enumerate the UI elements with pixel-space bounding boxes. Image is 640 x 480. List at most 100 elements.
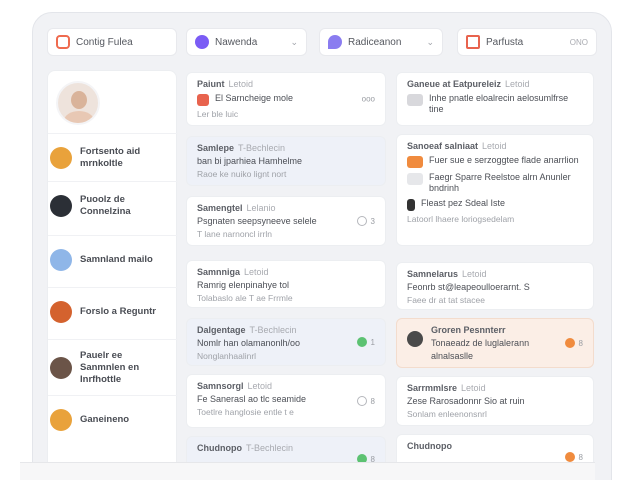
toolbar-dropdown-1-label: Nawenda	[215, 36, 258, 48]
toolbar-dropdown-2-label: Radiceanon	[348, 36, 402, 48]
contact-name: Puoolz de Connelzina	[80, 193, 131, 217]
card-line: Tonaeadz de luglalerann	[431, 338, 530, 348]
card-time: T-Bechlecin	[238, 143, 286, 153]
card-line: Psgnaten seepsyneeve selele	[197, 216, 317, 226]
card-title: Chudnopo	[407, 441, 452, 451]
card-title: Chudnopo T-Bechlecin	[197, 443, 294, 453]
message-card-highlighted[interactable]: Groren Pesnnterr Tonaeadz de luglalerann…	[396, 318, 594, 368]
card-line: Fleast pez Sdeal Iste	[421, 198, 506, 208]
card-line: Fe Sanerasl ao tlc seamide	[197, 394, 307, 404]
message-card[interactable]: Samnsorgl Letoid Fe Sanerasl ao tlc seami…	[186, 374, 386, 428]
message-card[interactable]: Samlepe T-Bechlecin ban bi jparhiea Hamhe…	[186, 136, 386, 186]
user-icon	[407, 199, 415, 211]
card-subline: Sonlam enleenonsnrl	[407, 409, 487, 419]
message-card[interactable]: Ganeue at Eatpureleiz Letoid Inhe pnatle …	[396, 72, 594, 126]
card-meta: 1	[356, 337, 375, 347]
toolbar: Contig Fulea Nawenda ⌄ Radiceanon ⌄ Parf…	[47, 28, 597, 56]
card-title: Sanoeaf salniaat Letoid	[407, 141, 507, 151]
card-subline: T lane narnoncl irrln	[197, 229, 272, 239]
card-line: Faegr Sparre Reelstoe alrn Anunler bndri…	[429, 172, 571, 193]
message-card[interactable]: Samnelarus Letoid Feonrb st@leapeoulloera…	[396, 262, 594, 310]
contact-name: Ganeineno	[80, 413, 130, 425]
card-time: Letoid	[228, 79, 254, 89]
card-line: ban bi jparhiea Hamhelme	[197, 156, 303, 166]
message-card[interactable]: Samengtel Lelanio Psgnaten seepsyneeve se…	[186, 196, 386, 246]
card-title: Dalgentage T-Bechlecin	[197, 325, 297, 335]
card-time: Lelanio	[246, 203, 276, 213]
status-dot-icon	[195, 35, 209, 49]
attachment-icon	[407, 94, 423, 106]
toolbar-doc-suffix: ONO	[569, 37, 588, 47]
card-line: Zese Rarosadonnr Sio at ruin	[407, 396, 525, 406]
contact-name: Samnland mailo	[80, 253, 153, 265]
card-subline: Latoorl lhaere loriogsedelam	[407, 214, 515, 224]
card-title: Sarrmmlsre Letoid	[407, 383, 486, 393]
contact-name: Pauelr ee Sanmnlen en Inrfhottle	[80, 349, 140, 385]
message-card[interactable]: Sarrmmlsre Letoid Zese Rarosadonnr Sio at…	[396, 376, 594, 426]
card-line: Fuer sue e serzoggtee flade anarrlion	[429, 155, 579, 165]
card-subline: Toetlre hanglosie entle t e	[197, 407, 294, 417]
avatar	[407, 331, 423, 347]
card-title: Paiunt Letoid	[197, 79, 254, 89]
document-icon	[466, 35, 480, 49]
card-line: Inhe pnatle eloalrecin aelosumlfrse tine	[429, 93, 569, 114]
card-line: Nomlr han olamanonlh/oo	[197, 338, 301, 348]
card-subline: alnalsaslle	[431, 351, 474, 361]
card-meta: 3	[356, 216, 375, 226]
card-time: Letoid	[482, 141, 507, 151]
notification-icon	[564, 452, 575, 462]
card-time: Letoid	[461, 383, 486, 393]
card-title: Groren Pesnnterr	[431, 325, 506, 335]
chat-icon	[356, 337, 367, 347]
toolbar-doc-label: Parfusta	[486, 36, 524, 48]
toolbar-doc-button[interactable]: Parfusta ONO	[457, 28, 597, 56]
avatar	[50, 300, 72, 323]
card-time: T-Bechlecin	[245, 443, 294, 453]
card-meta: 8	[564, 338, 583, 348]
contact-name: Forslo a Reguntr	[80, 305, 157, 317]
toolbar-filter-1[interactable]: Contig Fulea	[47, 28, 177, 56]
notification-icon	[564, 338, 575, 348]
toolbar-dropdown-2[interactable]: Radiceanon ⌄	[319, 28, 443, 56]
message-card[interactable]: Sanoeaf salniaat Letoid Fuer sue e serzog…	[396, 134, 594, 246]
contact-item[interactable]: Samnland mailo	[48, 235, 178, 283]
refresh-icon	[356, 216, 367, 226]
card-time: Letoid	[247, 381, 273, 391]
chevron-down-icon: ⌄	[426, 36, 434, 47]
avatar	[50, 146, 72, 169]
avatar[interactable]	[56, 81, 100, 125]
card-title: Ganeue at Eatpureleiz Letoid	[407, 79, 530, 89]
avatar	[50, 194, 72, 217]
card-subline: Raoe ke nuiko lignt nort	[197, 169, 287, 179]
contacts-sidebar: Fortsento aid mrnkoltle Puoolz de Connel…	[47, 70, 178, 470]
card-meta: 8	[564, 452, 583, 462]
card-subline: Faee dr at tat stacee	[407, 295, 485, 305]
contact-name: Fortsento aid mrnkoltle	[80, 145, 141, 169]
file-icon	[407, 173, 423, 185]
avatar	[50, 248, 72, 271]
contact-item[interactable]: Forslo a Reguntr	[48, 287, 178, 335]
calendar-icon	[56, 35, 70, 49]
card-subline: Ler ble luic	[197, 109, 239, 119]
contact-item[interactable]: Ganeineno	[48, 395, 178, 443]
chevron-down-icon: ⌄	[290, 36, 298, 47]
contact-item[interactable]: Pauelr ee Sanmnlen en Inrfhottle	[48, 339, 178, 395]
card-title: Samnsorgl Letoid	[197, 381, 273, 391]
message-card[interactable]: Samnniga Letoid Ramrig elenpinahye tol To…	[186, 260, 386, 308]
card-title: Samengtel Lelanio	[197, 203, 276, 213]
contact-item[interactable]: Fortsento aid mrnkoltle	[48, 133, 178, 181]
toolbar-filter-1-label: Contig Fulea	[76, 36, 133, 48]
pin-icon	[328, 35, 342, 49]
card-time: Letoid	[505, 79, 530, 89]
toolbar-dropdown-1[interactable]: Nawenda ⌄	[186, 28, 307, 56]
message-card[interactable]: Dalgentage T-Bechlecin Nomlr han olamanon…	[186, 318, 386, 366]
card-meta: ooo	[361, 94, 375, 104]
card-title: Samnelarus Letoid	[407, 269, 487, 279]
avatar	[50, 356, 72, 379]
contact-item[interactable]: Puoolz de Connelzina	[48, 181, 178, 229]
refresh-icon	[356, 396, 367, 406]
card-subline: Nonglanhaalinrl	[197, 351, 257, 361]
bottom-bar	[20, 462, 595, 480]
message-card[interactable]: Paiunt Letoid El Sarncheige mole Ler ble …	[186, 72, 386, 126]
image-icon	[407, 156, 423, 168]
